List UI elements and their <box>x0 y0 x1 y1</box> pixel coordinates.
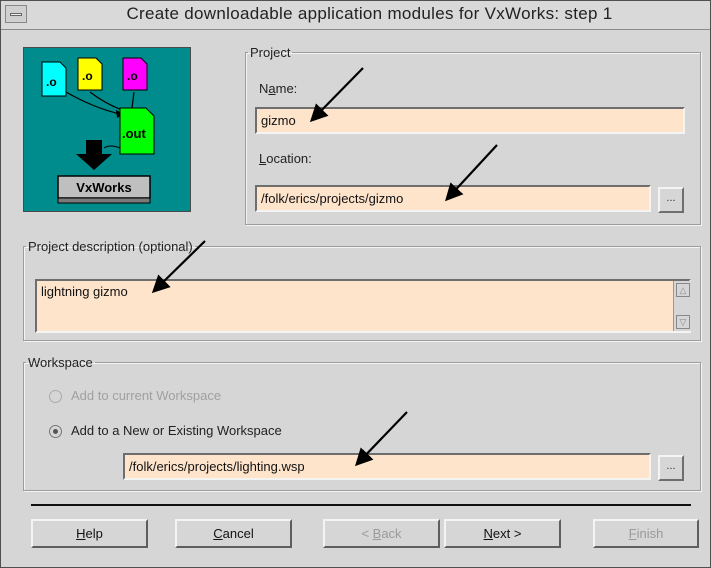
back-button[interactable]: < Back <box>323 519 440 548</box>
project-group-legend: Project <box>250 45 291 60</box>
svg-text:VxWorks: VxWorks <box>76 180 131 195</box>
button-separator <box>31 504 691 506</box>
location-browse-button[interactable]: ... <box>658 187 684 213</box>
finish-button[interactable]: Finish <box>593 519 699 548</box>
workspace-browse-button[interactable]: ... <box>658 455 684 481</box>
object-file-icon: .o <box>77 57 103 91</box>
project-description-textarea[interactable]: lightning gizmo <box>35 279 691 333</box>
description-group-legend: Project description (optional) <box>28 239 193 254</box>
svg-text:.o: .o <box>46 75 57 89</box>
add-new-workspace-radio[interactable] <box>49 425 62 438</box>
description-scrollbar[interactable]: △ ▽ <box>673 281 692 331</box>
project-name-input[interactable]: gizmo <box>255 107 685 134</box>
build-diagram-graphic: .o .o .o .out VxWorks <box>23 47 191 212</box>
name-label: Name: <box>259 81 298 96</box>
add-new-workspace-label: Add to a New or Existing Workspace <box>71 423 282 438</box>
build-diagram-svg: .o .o .o .out VxWorks <box>41 57 155 204</box>
window-menu-icon <box>10 13 22 16</box>
window-menu-button[interactable] <box>5 5 27 23</box>
svg-text:.o: .o <box>127 69 138 83</box>
title-bar: Create downloadable application modules … <box>1 1 710 30</box>
help-button[interactable]: Help <box>31 519 148 548</box>
next-button[interactable]: Next > <box>444 519 561 548</box>
cancel-button[interactable]: Cancel <box>175 519 292 548</box>
object-file-icon: .o <box>41 61 67 97</box>
svg-text:.o: .o <box>82 69 93 83</box>
scroll-down-icon[interactable]: ▽ <box>676 315 690 329</box>
download-arrow-icon <box>76 140 112 170</box>
location-label: Location: <box>259 151 312 166</box>
project-location-input[interactable]: /folk/erics/projects/gizmo <box>255 185 651 212</box>
window-title: Create downloadable application modules … <box>126 4 613 23</box>
workspace-path-input[interactable]: /folk/erics/projects/lighting.wsp <box>123 453 651 480</box>
add-current-workspace-radio[interactable] <box>49 390 62 403</box>
vxworks-target-icon: VxWorks <box>57 175 151 204</box>
scroll-up-icon[interactable]: △ <box>676 283 690 297</box>
output-file-icon: .out <box>119 107 155 155</box>
object-file-icon: .o <box>122 57 148 91</box>
svg-text:.out: .out <box>122 126 146 141</box>
add-current-workspace-label: Add to current Workspace <box>71 388 222 403</box>
wizard-dialog: Create downloadable application modules … <box>0 0 711 568</box>
workspace-group-legend: Workspace <box>28 355 93 370</box>
